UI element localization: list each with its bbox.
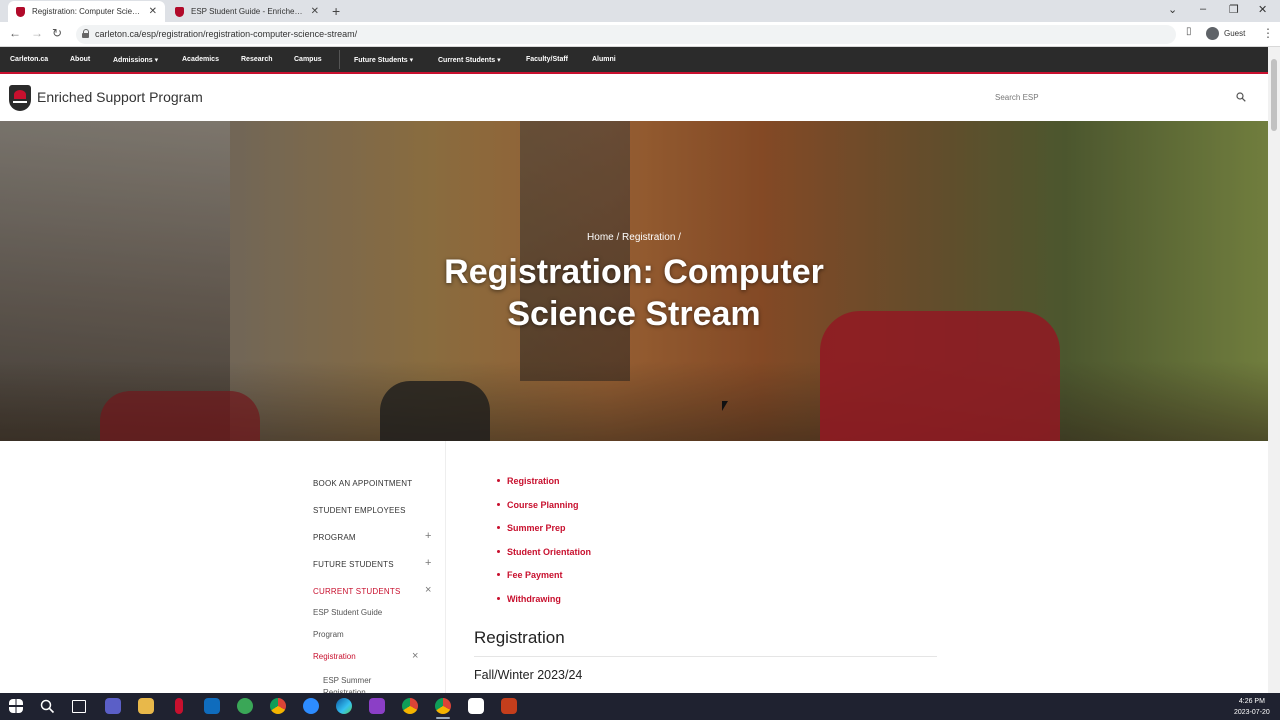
sidebar-item-book-appointment[interactable]: BOOK AN APPOINTMENT	[313, 479, 412, 488]
windows-taskbar: 4:26 PM 2023-07-20	[0, 693, 1280, 720]
carleton-shield-logo[interactable]	[9, 85, 31, 111]
side-panel-icon[interactable]: ▯	[1186, 26, 1192, 37]
mouse-pointer-icon	[722, 401, 728, 411]
page-title: Registration: Computer Science Stream	[444, 253, 824, 333]
chrome-icon[interactable]	[270, 698, 286, 714]
clock-time: 4:26 PM	[1238, 698, 1265, 705]
menu-kebab-icon[interactable]: ⋮	[1262, 26, 1274, 40]
search-icon[interactable]	[1236, 92, 1246, 102]
sidebar-item-current-students[interactable]: CURRENT STUDENTS	[313, 587, 401, 596]
tab-title: Registration: Computer Science S	[32, 7, 143, 16]
nav-current-students[interactable]: Current Students ▾	[438, 56, 501, 64]
nav-faculty-staff[interactable]: Faculty/Staff	[526, 56, 568, 63]
clock-date: 2023-07-20	[1234, 709, 1270, 716]
main-content: Registration Course Planning Summer Prep…	[474, 441, 939, 693]
link-fee-payment[interactable]: Fee Payment	[474, 570, 591, 594]
carleton-favicon	[16, 6, 25, 17]
nav-research[interactable]: Research	[241, 56, 273, 63]
site-top-nav: Carleton.ca About Admissions ▾ Academics…	[0, 47, 1268, 74]
browser-toolbar: ← → ↻ carleton.ca/esp/registration/regis…	[0, 22, 1280, 47]
section-subheading: Fall/Winter 2023/24	[474, 668, 583, 682]
scrollbar-thumb[interactable]	[1271, 59, 1277, 131]
nav-academics[interactable]: Academics	[182, 56, 219, 63]
hero-banner: Home / Registration / Registration: Comp…	[0, 121, 1268, 441]
nav-divider	[339, 50, 340, 69]
section-links: Registration Course Planning Summer Prep…	[474, 476, 591, 618]
sidebar-subitem-registration[interactable]: Registration	[313, 652, 356, 661]
link-summer-prep[interactable]: Summer Prep	[474, 523, 591, 547]
close-tab-icon[interactable]: ✕	[149, 6, 157, 17]
avatar-icon	[1206, 27, 1219, 40]
active-app-indicator	[436, 717, 450, 719]
section-divider	[474, 656, 937, 657]
edge-icon[interactable]	[336, 698, 352, 714]
carleton-favicon	[175, 6, 184, 17]
app-icon[interactable]	[468, 698, 484, 714]
expand-plus-icon[interactable]: +	[425, 530, 431, 542]
windows-start-icon[interactable]	[9, 699, 23, 713]
close-window-button[interactable]: ✕	[1258, 3, 1267, 16]
chrome-active-icon[interactable]	[435, 698, 451, 714]
tab-title: ESP Student Guide - Enriched Su	[191, 7, 305, 16]
back-arrow-icon[interactable]: ←	[9, 26, 21, 40]
outlook-icon[interactable]	[204, 698, 220, 714]
browser-tab-strip: Registration: Computer Science S ✕ ESP S…	[0, 0, 1280, 22]
url-text: carleton.ca/esp/registration/registratio…	[95, 29, 358, 39]
search-input[interactable]: Search ESP	[984, 86, 1256, 110]
sidebar-nav: BOOK AN APPOINTMENT STUDENT EMPLOYEES PR…	[313, 441, 446, 697]
browser-tab-registration[interactable]: Registration: Computer Science S ✕	[8, 1, 165, 22]
nav-carleton[interactable]: Carleton.ca	[10, 56, 48, 63]
nav-alumni[interactable]: Alumni	[592, 56, 616, 63]
search-icon[interactable]	[40, 699, 55, 714]
sidebar-subitem-student-guide[interactable]: ESP Student Guide	[313, 608, 382, 617]
profile-button[interactable]: Guest	[1206, 27, 1245, 40]
browser-tab-student-guide[interactable]: ESP Student Guide - Enriched Su ✕	[167, 1, 327, 22]
restore-button[interactable]: ❐	[1229, 3, 1239, 16]
system-clock[interactable]: 4:26 PM 2023-07-20	[1234, 696, 1270, 718]
address-bar[interactable]: carleton.ca/esp/registration/registratio…	[76, 25, 1176, 44]
close-tab-icon[interactable]: ✕	[311, 6, 319, 17]
file-explorer-icon[interactable]	[138, 698, 154, 714]
teams-icon[interactable]	[105, 698, 121, 714]
maps-icon[interactable]	[237, 698, 253, 714]
nav-future-students[interactable]: Future Students ▾	[354, 56, 413, 64]
zoom-icon[interactable]	[303, 698, 319, 714]
reload-icon[interactable]: ↻	[52, 26, 62, 40]
task-view-icon[interactable]	[72, 700, 86, 713]
lock-icon	[82, 29, 90, 39]
powerpoint-icon[interactable]	[501, 698, 517, 714]
page-scrollbar[interactable]	[1268, 47, 1280, 693]
minimize-button[interactable]: –	[1200, 3, 1206, 15]
nav-admissions[interactable]: Admissions ▾	[113, 56, 158, 64]
link-withdrawing[interactable]: Withdrawing	[474, 594, 591, 618]
site-name[interactable]: Enriched Support Program	[37, 89, 203, 105]
sidebar-item-student-employees[interactable]: STUDENT EMPLOYEES	[313, 506, 406, 515]
app-icon[interactable]	[175, 698, 183, 714]
link-course-planning[interactable]: Course Planning	[474, 500, 591, 524]
link-student-orientation[interactable]: Student Orientation	[474, 547, 591, 571]
sidebar-item-program[interactable]: PROGRAM	[313, 533, 356, 542]
sidebar-subitem-program[interactable]: Program	[313, 630, 344, 639]
onenote-icon[interactable]	[369, 698, 385, 714]
search-placeholder: Search ESP	[995, 93, 1039, 102]
sidebar-item-future-students[interactable]: FUTURE STUDENTS	[313, 560, 394, 569]
collapse-x-icon[interactable]: ×	[425, 584, 431, 596]
chrome-icon[interactable]	[402, 698, 418, 714]
nav-campus[interactable]: Campus	[294, 56, 322, 63]
collapse-x-icon[interactable]: ×	[412, 650, 418, 662]
tab-search-icon[interactable]: ⌄	[1168, 3, 1177, 16]
section-heading: Registration	[474, 628, 565, 647]
site-header: Enriched Support Program Search ESP	[0, 74, 1268, 121]
profile-label: Guest	[1224, 29, 1246, 38]
link-registration[interactable]: Registration	[474, 476, 591, 500]
breadcrumb[interactable]: Home / Registration /	[0, 232, 1268, 243]
expand-plus-icon[interactable]: +	[425, 557, 431, 569]
forward-arrow-icon[interactable]: →	[31, 26, 43, 40]
new-tab-button[interactable]: +	[332, 3, 340, 19]
nav-about[interactable]: About	[70, 56, 90, 63]
sidebar-divider	[445, 441, 446, 693]
